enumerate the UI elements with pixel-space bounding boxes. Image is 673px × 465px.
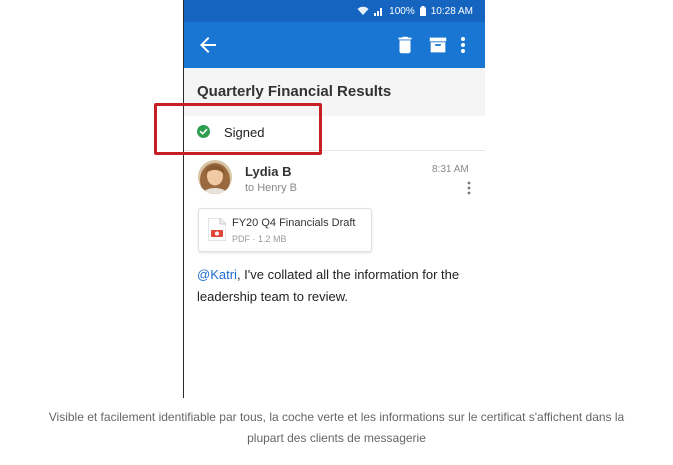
recipient: to Henry B xyxy=(245,182,297,194)
attachment-name: FY20 Q4 Financials Draft xyxy=(232,217,356,229)
arrow-left-icon xyxy=(200,37,216,53)
pdf-file-icon xyxy=(208,218,226,241)
trash-icon xyxy=(398,36,412,54)
body-line-1: , I've collated all the information for … xyxy=(236,267,460,282)
more-options-button[interactable] xyxy=(456,34,470,56)
wifi-icon xyxy=(357,6,369,15)
avatar[interactable] xyxy=(198,160,232,194)
message-time: 8:31 AM xyxy=(432,164,469,175)
attachment-card[interactable]: FY20 Q4 Financials Draft PDF · 1.2 MB xyxy=(198,208,372,252)
back-button[interactable] xyxy=(196,33,220,57)
body-line-2: leadership team to review. xyxy=(197,289,349,304)
signal-icon xyxy=(374,8,383,16)
battery-icon xyxy=(419,6,426,16)
archive-icon xyxy=(429,37,447,53)
attachment-meta: PDF · 1.2 MB xyxy=(232,234,287,244)
screenshot-frame: 100% 10:28 AM Quarterly Financial Result… xyxy=(0,0,673,398)
highlight-box xyxy=(154,103,322,155)
more-vertical-icon xyxy=(467,181,471,195)
mention-link[interactable]: @Katri xyxy=(197,267,237,282)
status-bar: 100% 10:28 AM xyxy=(184,0,485,22)
more-vertical-icon xyxy=(461,37,465,53)
sender-name[interactable]: Lydia B xyxy=(245,164,291,179)
app-bar xyxy=(184,22,485,68)
delete-button[interactable] xyxy=(394,34,416,56)
battery-percent: 100% xyxy=(389,5,415,17)
message-body: @Katri, I've collated all the informatio… xyxy=(197,264,482,308)
caption-line-1: Visible et facilement identifiable par t… xyxy=(48,410,625,424)
email-subject: Quarterly Financial Results xyxy=(197,83,392,100)
status-time: 10:28 AM xyxy=(430,5,473,17)
message-more-button[interactable] xyxy=(465,180,473,196)
phone-screen: 100% 10:28 AM Quarterly Financial Result… xyxy=(184,0,485,398)
caption-line-2: plupart des clients de messagerie xyxy=(247,431,426,445)
archive-button[interactable] xyxy=(427,34,449,56)
avatar-photo xyxy=(198,160,232,194)
figure-caption: Visible et facilement identifiable par t… xyxy=(0,407,673,449)
